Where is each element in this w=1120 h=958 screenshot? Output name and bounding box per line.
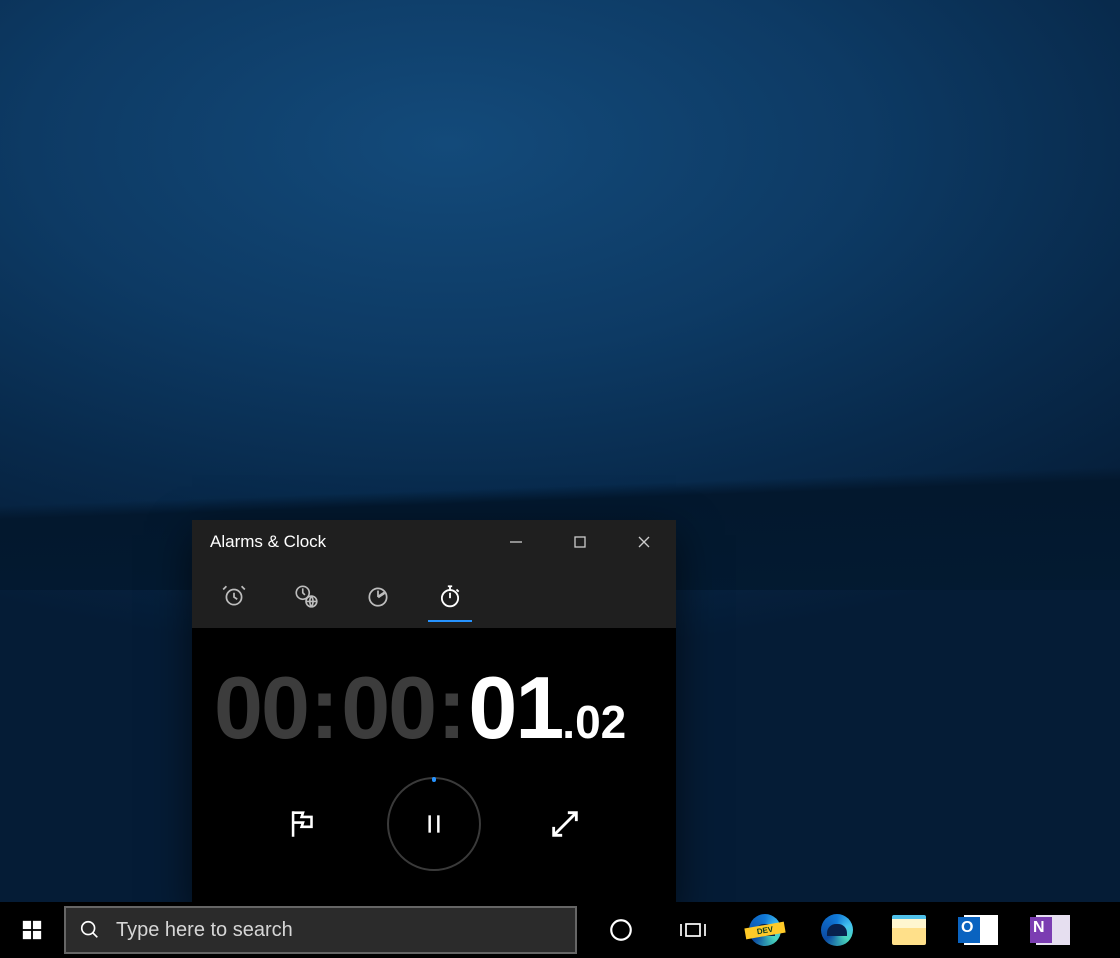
start-button[interactable] xyxy=(0,902,64,958)
taskbar-cortana[interactable] xyxy=(585,902,657,958)
edge-dev-icon xyxy=(749,914,781,946)
lap-button[interactable] xyxy=(279,800,327,848)
minimize-icon xyxy=(509,535,523,549)
time-separator: . xyxy=(562,695,575,749)
taskbar-task-view[interactable] xyxy=(657,902,729,958)
minimize-button[interactable] xyxy=(484,520,548,564)
window-titlebar[interactable]: Alarms & Clock xyxy=(192,520,676,564)
taskbar-edge-dev[interactable] xyxy=(729,902,801,958)
close-button[interactable] xyxy=(612,520,676,564)
taskbar-edge[interactable] xyxy=(801,902,873,958)
flag-icon xyxy=(286,807,320,841)
time-separator: : xyxy=(435,664,468,752)
stopwatch-time: 00 : 00 : 01 . 02 xyxy=(214,664,654,752)
tab-timer[interactable] xyxy=(342,564,414,628)
taskbar: O N xyxy=(0,902,1120,958)
file-explorer-icon xyxy=(892,915,926,945)
stopwatch-panel: 00 : 00 : 01 . 02 xyxy=(192,628,676,906)
stopwatch-controls xyxy=(214,777,654,871)
close-icon xyxy=(637,535,651,549)
progress-tick xyxy=(432,777,436,782)
windows-icon xyxy=(21,919,43,941)
onenote-icon: N xyxy=(1036,915,1070,945)
taskbar-outlook[interactable]: O xyxy=(945,902,1017,958)
alarms-clock-window: Alarms & Clock xyxy=(192,520,676,906)
pause-button[interactable] xyxy=(387,777,481,871)
stopwatch-centiseconds: 02 xyxy=(575,695,626,749)
stopwatch-icon xyxy=(437,583,463,609)
taskbar-file-explorer[interactable] xyxy=(873,902,945,958)
maximize-icon xyxy=(573,535,587,549)
taskbar-search[interactable] xyxy=(64,906,577,954)
expand-icon xyxy=(548,807,582,841)
stopwatch-minutes: 00 xyxy=(341,664,435,752)
timer-icon xyxy=(365,583,391,609)
tab-stopwatch[interactable] xyxy=(414,564,486,628)
pause-icon xyxy=(421,809,447,839)
maximize-button[interactable] xyxy=(548,520,612,564)
tab-alarm[interactable] xyxy=(198,564,270,628)
cortana-icon xyxy=(608,917,634,943)
stopwatch-seconds: 01 xyxy=(468,664,562,752)
task-view-icon xyxy=(678,918,708,942)
expand-button[interactable] xyxy=(541,800,589,848)
time-separator: : xyxy=(308,664,341,752)
window-title: Alarms & Clock xyxy=(210,532,484,552)
search-icon xyxy=(66,919,114,941)
stopwatch-hours: 00 xyxy=(214,664,308,752)
taskbar-onenote[interactable]: N xyxy=(1017,902,1089,958)
tab-world-clock[interactable] xyxy=(270,564,342,628)
edge-icon xyxy=(821,914,853,946)
app-tabs xyxy=(192,564,676,628)
alarm-icon xyxy=(221,583,247,609)
search-input[interactable] xyxy=(114,918,575,943)
outlook-icon: O xyxy=(964,915,998,945)
world-clock-icon xyxy=(293,583,319,609)
